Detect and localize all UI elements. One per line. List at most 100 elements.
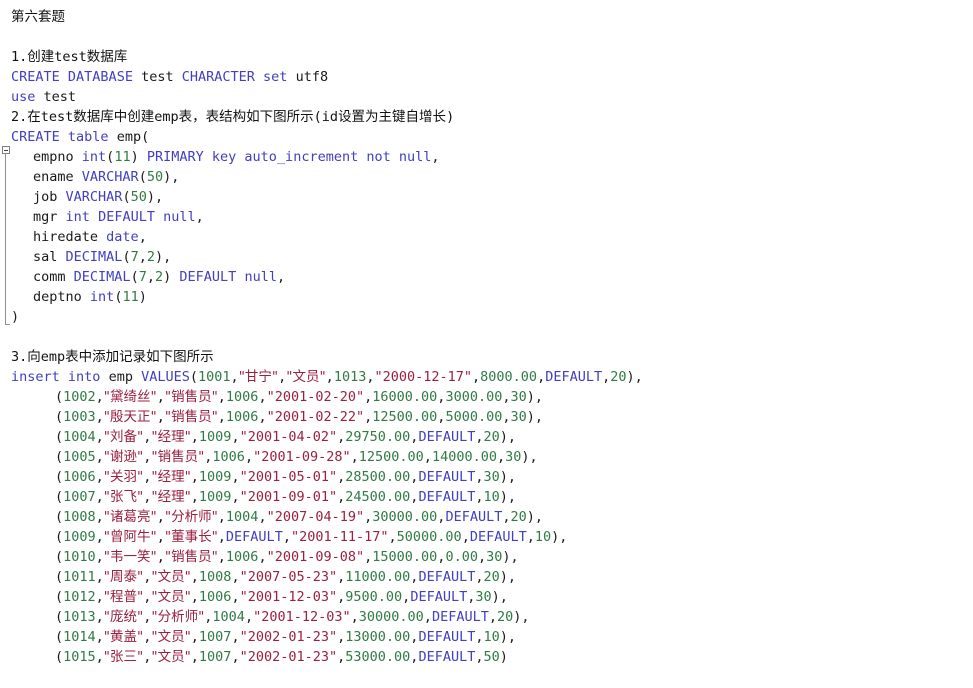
sql-keyword: insert (11, 369, 60, 385)
blank-line[interactable] (11, 27, 973, 47)
sql-code-line[interactable]: (1006,"关羽","经理",1009,"2001-05-01",28500.… (11, 467, 973, 487)
sql-string-literal: "张飞" (103, 489, 144, 505)
sql-code-line[interactable]: CREATE table emp( (11, 127, 973, 147)
sql-number-literal: 1004 (225, 509, 259, 525)
sql-number-literal: 1012 (63, 589, 96, 605)
sql-code-line[interactable]: job VARCHAR(50), (11, 187, 973, 207)
fold-toggle-minus-icon[interactable] (2, 146, 10, 154)
sql-keyword: DEFAULT (179, 269, 237, 285)
sql-keyword: DEFAULT (418, 429, 476, 445)
sql-number-literal: 3000.00 (445, 389, 503, 405)
sql-string-literal: "2001-02-20" (266, 389, 365, 405)
blank-line[interactable] (11, 327, 973, 347)
sql-keyword: DEFAULT (418, 629, 476, 645)
sql-string-literal: "黄盖" (103, 629, 144, 645)
sql-code-line[interactable]: comm DECIMAL(7,2) DEFAULT null, (11, 267, 973, 287)
sql-code-line[interactable]: (1007,"张飞","经理",1009,"2001-09-01",24500.… (11, 487, 973, 507)
sql-keyword: into (67, 369, 101, 385)
sql-string-literal: "2001-02-22" (266, 409, 365, 425)
heading-text-run: 3. (11, 349, 28, 365)
sql-code-line[interactable]: (1015,"张三","文员",1007,"2002-01-23",53000.… (11, 647, 973, 667)
sql-number-literal: 20 (483, 569, 500, 585)
sql-string-literal: "文员" (286, 369, 326, 385)
sql-code-line[interactable]: (1014,"黄盖","文员",1007,"2002-01-23",13000.… (11, 627, 973, 647)
sql-code-line[interactable]: insert into emp VALUES(1001,"甘宁","文员",10… (11, 367, 973, 387)
prose-heading-line[interactable]: 3.向emp表中添加记录如下图所示 (11, 347, 973, 367)
sql-string-literal: "销售员" (164, 389, 218, 405)
sql-code-line[interactable]: use test (11, 87, 973, 107)
sql-number-literal: 1009 (198, 429, 232, 445)
sql-code-line[interactable]: mgr int DEFAULT null, (11, 207, 973, 227)
sql-number-literal: 1013 (333, 369, 367, 385)
sql-keyword: null (244, 269, 277, 285)
sql-number-literal: 20 (510, 509, 527, 525)
sql-number-literal: 30 (475, 589, 492, 605)
heading-text-run: 数据库中创建 (73, 109, 155, 125)
sql-code-line[interactable]: (1009,"曾阿牛","董事长",DEFAULT,"2001-11-17",5… (11, 527, 973, 547)
sql-identifier: deptno (33, 289, 82, 305)
sql-keyword: DEFAULT (418, 469, 476, 485)
sql-keyword: DEFAULT (418, 569, 476, 585)
sql-keyword: table (67, 129, 109, 145)
sql-code-line[interactable]: ) (11, 307, 973, 327)
sql-code-line[interactable]: (1008,"诸葛亮","分析师",1004,"2007-04-19",3000… (11, 507, 973, 527)
sql-string-literal: "经理" (151, 489, 191, 505)
sql-code-line[interactable]: (1004,"刘备","经理",1009,"2001-04-02",29750.… (11, 427, 973, 447)
sql-number-literal: 1007 (63, 489, 96, 505)
sql-code-line[interactable]: (1003,"殷天正","销售员",1006,"2001-02-22",1250… (11, 407, 973, 427)
heading-text-run: 表中添加记录如下图所示 (65, 349, 214, 365)
fold-range-line (5, 154, 6, 324)
sql-code-line[interactable]: (1012,"程普","文员",1006,"2001-12-03",9500.0… (11, 587, 973, 607)
fold-gutter[interactable] (0, 0, 11, 688)
sql-keyword: DEFAULT (410, 589, 468, 605)
sql-number-literal: 1009 (63, 529, 96, 545)
sql-identifier: utf8 (295, 69, 329, 85)
code-lines-container[interactable]: 第六套题 1.创建test数据库 CREATE DATABASE test CHA… (11, 7, 973, 667)
sql-identifier: mgr (33, 209, 58, 225)
sql-keyword: DEFAULT (469, 529, 527, 545)
sql-string-literal: "谢逊" (103, 449, 144, 465)
sql-string-literal: "2001-09-01" (239, 489, 338, 505)
sql-string-literal: "文员" (151, 589, 191, 605)
sql-keyword: CREATE (11, 69, 60, 85)
sql-code-line[interactable]: (1005,"谢逊","销售员",1006,"2001-09-28",12500… (11, 447, 973, 467)
sql-string-literal: "2001-09-08" (266, 549, 365, 565)
heading-text-run: test (54, 49, 87, 65)
sql-string-literal: "2001-05-01" (239, 469, 338, 485)
sql-string-literal: "销售员" (164, 549, 218, 565)
sql-identifier: comm (33, 269, 66, 285)
heading-text-run: 在 (27, 109, 41, 125)
sql-number-literal: 53000.00 (345, 649, 411, 665)
sql-string-literal: "甘宁" (238, 369, 279, 385)
sql-code-line[interactable]: sal DECIMAL(7,2), (11, 247, 973, 267)
sql-code-line[interactable]: hiredate date, (11, 227, 973, 247)
sql-number-literal: 11 (114, 149, 131, 165)
sql-code-line[interactable]: CREATE DATABASE test CHARACTER set utf8 (11, 67, 973, 87)
sql-code-line[interactable]: (1013,"庞统","分析师",1004,"2001-12-03",30000… (11, 607, 973, 627)
sql-number-literal: 5000.00 (445, 409, 503, 425)
sql-number-literal: 28500.00 (345, 469, 411, 485)
sql-number-literal: 1001 (198, 369, 231, 385)
sql-code-line[interactable]: (1002,"黛绮丝","销售员",1006,"2001-02-20",1600… (11, 387, 973, 407)
prose-heading-line[interactable]: 1.创建test数据库 (11, 47, 973, 67)
sql-code-line[interactable]: (1010,"韦一笑","销售员",1006,"2001-09-08",1500… (11, 547, 973, 567)
prose-heading-line[interactable]: 第六套题 (11, 7, 973, 27)
sql-number-literal: 30 (505, 449, 522, 465)
sql-keyword: use (11, 89, 36, 105)
sql-number-literal: 1003 (63, 409, 96, 425)
sql-keyword: null (398, 149, 432, 165)
sql-string-literal: "文员" (151, 649, 191, 665)
sql-number-literal: 10 (483, 629, 500, 645)
sql-keyword: VALUES (141, 369, 190, 385)
sql-code-line[interactable]: (1011,"周泰","文员",1008,"2007-05-23",11000.… (11, 567, 973, 587)
sql-number-literal: 7 (130, 249, 139, 265)
heading-text-run: 2. (11, 109, 28, 125)
sql-number-literal: 1007 (198, 649, 232, 665)
prose-heading-line[interactable]: 2.在test数据库中创建emp表，表结构如下图所示(id设置为主键自增长) (11, 107, 973, 127)
sql-code-line[interactable]: deptno int(11) (11, 287, 973, 307)
sql-string-literal: "殷天正" (103, 409, 157, 425)
sql-code-line[interactable]: empno int(11) PRIMARY key auto_increment… (11, 147, 973, 167)
heading-text-run: (id (313, 109, 339, 125)
sql-code-line[interactable]: ename VARCHAR(50), (11, 167, 973, 187)
sql-number-literal: 11 (122, 289, 139, 305)
